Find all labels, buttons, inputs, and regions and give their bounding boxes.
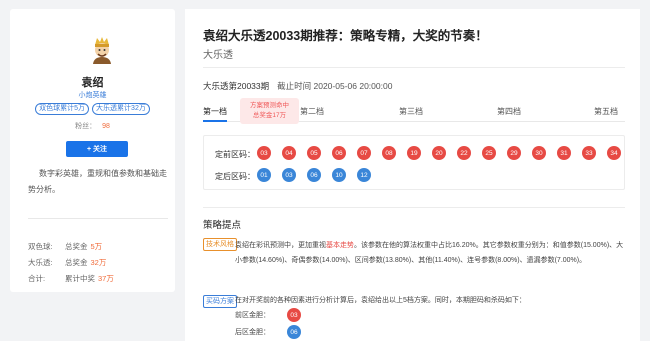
stat-value: 32万 (90, 258, 107, 267)
divider (203, 67, 625, 68)
front-ball: 31 (557, 146, 571, 160)
stat-game: 大乐透: (28, 258, 53, 267)
front-ball: 04 (282, 146, 296, 160)
back-ball: 03 (282, 168, 296, 182)
divider (28, 218, 168, 219)
strategy-paragraph: 袁绍在彩讯预测中，更加重视基本走势。该参数在他的算法权重中占比16.20%。其它… (235, 238, 625, 268)
stat-game: 双色球: (28, 242, 53, 251)
issue-info: 大乐透第20033期 截止时间 2020-05-06 20:00:00 (203, 80, 392, 92)
article-panel: 袁绍大乐透20033期推荐：策略专精，大奖的节奏！ 大乐透 大乐透第20033期… (185, 9, 640, 341)
para-text: 袁绍在彩讯预测中，更加重视 (235, 242, 326, 249)
tag-dlt: 大乐透累计32万 (92, 103, 150, 115)
avatar (93, 37, 111, 64)
author-tags: 双色球累计5万 大乐透累计32万 (10, 103, 175, 115)
back-ball: 01 (257, 168, 271, 182)
tier-tabs: 第一档 第二档 第三档 第四档 第五档 方案预测命中 总奖金17万 (203, 98, 625, 124)
divider (203, 207, 625, 208)
stat-label: 总奖金 (65, 258, 88, 267)
article-title: 袁绍大乐透20033期推荐：策略专精，大奖的节奏！ (203, 29, 488, 43)
back-ball: 06 (307, 168, 321, 182)
front-zone-label: 定前区码： (215, 150, 255, 159)
tab-tier-4[interactable]: 第四档 (497, 106, 521, 117)
front-ball: 34 (607, 146, 621, 160)
badge-tech-style: 技术风格 (203, 238, 237, 251)
back-zone-label: 定后区码： (215, 172, 255, 181)
tooltip-line-1: 方案预测命中 (250, 102, 289, 109)
front-ball: 22 (457, 146, 471, 160)
hit-tooltip: 方案预测命中 总奖金17万 (240, 98, 299, 124)
plan-paragraph: 在对开奖前的各种因素进行分析计算后，袁绍给出以上5档方案。同时，本期胆码和杀码如… (235, 297, 526, 304)
back-ball: 12 (357, 168, 371, 182)
front-ball: 29 (507, 146, 521, 160)
front-ball: 30 (532, 146, 546, 160)
front-ball: 06 (332, 146, 346, 160)
front-dan-label: 前区金胆： (235, 312, 270, 319)
author-profile-card: 袁绍 小炮英雄 双色球累计5万 大乐透累计32万 粉丝： 98 + 关注 数字彩英… (10, 9, 175, 292)
author-description: 数字彩英雄，重规和值参数和基础走势分析。 (28, 169, 167, 194)
tab-tier-2[interactable]: 第二档 (300, 106, 324, 117)
stat-value: 37万 (98, 274, 114, 283)
tab-tier-1[interactable]: 第一档 (203, 106, 227, 122)
section-title: 策略提点 (203, 220, 242, 231)
deadline: 截止时间 2020-05-06 20:00:00 (277, 81, 393, 91)
stat-dlt: 大乐透: 总奖金 32万 (28, 257, 106, 268)
tab-tier-5[interactable]: 第五档 (594, 106, 618, 117)
back-dan-line: 后区金胆： (235, 327, 270, 337)
para-highlight: 基本走势 (326, 242, 354, 249)
front-ball: 08 (382, 146, 396, 160)
tab-tier-3[interactable]: 第三档 (399, 106, 423, 117)
follow-button[interactable]: + 关注 (66, 141, 128, 157)
front-ball: 25 (482, 146, 496, 160)
back-dan-label: 后区金胆： (235, 329, 270, 336)
stat-total: 合计: 累计中奖 37万 (28, 273, 114, 284)
front-ball: 03 (257, 146, 271, 160)
front-ball: 33 (582, 146, 596, 160)
tag-ssq: 双色球累计5万 (35, 103, 90, 115)
issue-number: 大乐透第20033期 (203, 81, 270, 91)
front-ball: 05 (307, 146, 321, 160)
stat-label: 累计中奖 (65, 274, 95, 283)
tooltip-line-2: 总奖金17万 (252, 112, 287, 119)
badge-buy-plan: 买码方案 (203, 295, 237, 308)
front-dan-ball: 03 (287, 308, 301, 322)
stat-game: 合计: (28, 274, 46, 283)
stat-value: 5万 (90, 242, 103, 251)
stat-label: 总奖金 (65, 242, 88, 251)
author-name: 袁绍 (81, 77, 104, 89)
number-picks-box: 定前区码： 定后区码： 03 04 05 06 07 08 19 20 22 2… (203, 135, 625, 190)
front-ball: 20 (432, 146, 446, 160)
article-category: 大乐透 (203, 50, 233, 61)
front-dan-line: 前区金胆： (235, 310, 270, 320)
fans-count: 粉丝： 98 (10, 121, 175, 131)
fans-value: 98 (102, 123, 110, 130)
back-dan-ball: 06 (287, 325, 301, 339)
fans-label: 粉丝： (75, 123, 97, 130)
stat-ssq: 双色球: 总奖金 5万 (28, 241, 102, 252)
front-ball: 19 (407, 146, 421, 160)
author-title: 小炮英雄 (78, 92, 107, 99)
front-ball: 07 (357, 146, 371, 160)
back-ball: 10 (332, 168, 346, 182)
